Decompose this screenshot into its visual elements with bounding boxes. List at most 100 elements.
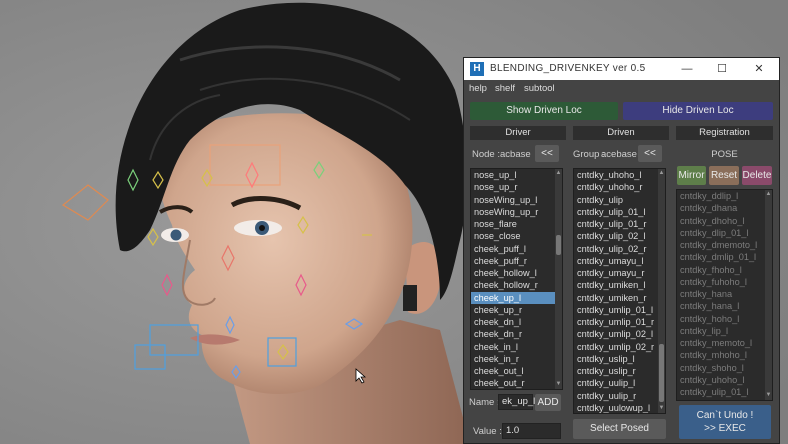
driven-list-item[interactable]: cntdky_umayu_l xyxy=(574,255,665,267)
blending-drivenkey-window: H BLENDING_DRIVENKEY ver 0.5 — ☐ ✕ help … xyxy=(463,57,780,444)
driven-list-item[interactable]: cntdky_umiken_l xyxy=(574,279,665,291)
registration-list-item[interactable]: cntdky_hoho_l xyxy=(677,313,772,325)
menu-shelf[interactable]: shelf xyxy=(495,83,515,94)
registration-list-item[interactable]: cntdky_dhoho_l xyxy=(677,215,772,227)
driven-list-item[interactable]: cntdky_uhoho_r xyxy=(574,181,665,193)
registration-list-item[interactable]: cntdky_ulip_01_l xyxy=(677,386,772,398)
exec-button[interactable]: Can`t Undo ! >> EXEC xyxy=(679,405,771,439)
driver-list[interactable]: nose_up_l nose_up_r noseWing_up_l noseWing_… xyxy=(470,168,563,390)
driven-list-item[interactable]: cntdky_umlip_02_r xyxy=(574,341,665,353)
driven-list-item[interactable]: cntdky_umlip_01_r xyxy=(574,316,665,328)
driver-list-item[interactable]: cheek_hollow_l xyxy=(471,267,562,279)
driven-list-item[interactable]: cntdky_uulowup_l xyxy=(574,402,665,413)
driver-list-item[interactable]: nose_close xyxy=(471,230,562,242)
driver-list-item[interactable]: nose_up_l xyxy=(471,169,562,181)
registration-list-item[interactable]: cntdky_fuhoho_l xyxy=(677,276,772,288)
driven-list-item[interactable]: cntdky_umlip_02_l xyxy=(574,328,665,340)
exec-label: >> EXEC xyxy=(704,423,746,434)
driven-list-item[interactable]: cntdky_umiken_r xyxy=(574,292,665,304)
driver-list-item[interactable]: cheek_in_r xyxy=(471,353,562,365)
scroll-up-icon[interactable]: ▲ xyxy=(765,191,772,198)
registration-list-item[interactable]: cntdky_fhoho_l xyxy=(677,264,772,276)
driver-scrollbar[interactable]: ▲ ▼ xyxy=(555,169,562,389)
driven-list[interactable]: cntdky_uhoho_l cntdky_uhoho_r cntdky_ulip c… xyxy=(573,168,666,414)
driver-list-item[interactable]: cheek_up_r xyxy=(471,304,562,316)
registration-list-item[interactable]: cntdky_dmemoto_l xyxy=(677,239,772,251)
driver-list-item[interactable]: cheek_dn_l xyxy=(471,316,562,328)
driven-scroll-thumb[interactable] xyxy=(659,344,664,402)
driver-list-item[interactable]: cheek_out_r xyxy=(471,377,562,389)
select-posed-button[interactable]: Select Posed xyxy=(573,419,666,439)
driver-load-button[interactable]: << xyxy=(535,145,559,162)
driver-list-item[interactable]: cheek_in_l xyxy=(471,341,562,353)
group-label: Group : xyxy=(573,149,605,160)
registration-list-item[interactable]: cntdky_shoho_l xyxy=(677,362,772,374)
registration-list-item[interactable]: cntdky_mhoho_l xyxy=(677,349,772,361)
driver-list-item[interactable]: noseWing_up_r xyxy=(471,206,562,218)
registration-list-item[interactable]: cntdky_hana_l xyxy=(677,300,772,312)
scroll-down-icon[interactable]: ▼ xyxy=(765,392,772,399)
driver-list-item[interactable]: nose_up_r xyxy=(471,181,562,193)
driven-list-item[interactable]: cntdky_umayu_r xyxy=(574,267,665,279)
driven-load-button[interactable]: << xyxy=(638,145,662,162)
scroll-up-icon[interactable]: ▲ xyxy=(658,170,665,177)
registration-list[interactable]: cntdky_ddlip_l cntdky_dhana cntdky_dhoho_l… xyxy=(676,189,773,401)
driven-list-item[interactable]: cntdky_uslip_r xyxy=(574,365,665,377)
add-button[interactable]: ADD xyxy=(535,394,561,411)
show-driven-loc-button[interactable]: Show Driven Loc xyxy=(470,102,618,120)
driver-list-item[interactable]: cheek_puff_l xyxy=(471,243,562,255)
driven-list-item[interactable]: cntdky_uhoho_l xyxy=(574,169,665,181)
close-button[interactable]: ✕ xyxy=(751,62,767,76)
driven-list-item[interactable]: cntdky_ulip xyxy=(574,194,665,206)
driver-list-item[interactable]: cheek_puff_r xyxy=(471,255,562,267)
driver-list-item[interactable]: noseWing_up_l xyxy=(471,194,562,206)
delete-button[interactable]: Delete xyxy=(742,166,772,185)
driver-list-item[interactable]: cheek_out_l xyxy=(471,365,562,377)
registration-header: Registration xyxy=(676,126,773,140)
driven-header: Driven xyxy=(573,126,669,140)
registration-list-item[interactable]: cntdky_dmlip_01_l xyxy=(677,251,772,263)
registration-list-item[interactable]: cntdky_uhoho_l xyxy=(677,374,772,386)
app-logo-icon: H xyxy=(470,62,484,76)
driven-list-item[interactable]: cntdky_ulip_02_l xyxy=(574,230,665,242)
name-input[interactable]: ek_up_l xyxy=(498,394,535,410)
name-label: Name : xyxy=(469,397,500,408)
title-bar[interactable]: H BLENDING_DRIVENKEY ver 0.5 — ☐ ✕ xyxy=(464,58,779,80)
driver-list-item[interactable]: cheek_hollow_r xyxy=(471,279,562,291)
registration-scrollbar[interactable]: ▲ ▼ xyxy=(765,190,772,400)
scroll-up-icon[interactable]: ▲ xyxy=(555,170,562,177)
driven-list-item[interactable]: cntdky_umlip_01_l xyxy=(574,304,665,316)
registration-list-item[interactable]: cntdky_dhana xyxy=(677,202,772,214)
menu-bar: help shelf subtool xyxy=(464,81,779,97)
driver-list-item[interactable]: cheek_dn_r xyxy=(471,328,562,340)
driven-list-item[interactable]: cntdky_uulip_l xyxy=(574,377,665,389)
driven-list-item[interactable]: cntdky_ulip_02_r xyxy=(574,243,665,255)
driver-list-item[interactable]: cheek_up_l xyxy=(471,291,562,304)
maximize-button[interactable]: ☐ xyxy=(714,62,730,76)
scroll-down-icon[interactable]: ▼ xyxy=(555,381,562,388)
driven-list-item[interactable]: cntdky_ulip_01_r xyxy=(574,218,665,230)
registration-list-item[interactable]: cntdky_memoto_l xyxy=(677,337,772,349)
registration-list-item[interactable]: cntdky_lip_l xyxy=(677,325,772,337)
menu-subtool[interactable]: subtool xyxy=(524,83,555,94)
driven-scrollbar[interactable]: ▲ ▼ xyxy=(658,169,665,413)
driver-scroll-thumb[interactable] xyxy=(556,235,561,255)
group-value: acebase xyxy=(601,149,637,160)
driven-list-item[interactable]: cntdky_ulip_01_l xyxy=(574,206,665,218)
driver-list-item[interactable]: nose_flare xyxy=(471,218,562,230)
mirror-button[interactable]: Mirror xyxy=(677,166,706,185)
menu-help[interactable]: help xyxy=(469,83,487,94)
window-title: BLENDING_DRIVENKEY ver 0.5 xyxy=(490,63,646,74)
minimize-button[interactable]: — xyxy=(679,62,695,76)
value-input[interactable]: 1.0 xyxy=(502,423,561,439)
pose-label: POSE xyxy=(711,149,738,160)
driven-list-item[interactable]: cntdky_uslip_l xyxy=(574,353,665,365)
hide-driven-loc-button[interactable]: Hide Driven Loc xyxy=(623,102,773,120)
registration-list-item[interactable]: cntdky_hana xyxy=(677,288,772,300)
value-label: Value : xyxy=(473,426,502,437)
registration-list-item[interactable]: cntdky_ddlip_l xyxy=(677,190,772,202)
reset-button[interactable]: Reset xyxy=(709,166,739,185)
driven-list-item[interactable]: cntdky_uulip_r xyxy=(574,390,665,402)
scroll-down-icon[interactable]: ▼ xyxy=(658,405,665,412)
registration-list-item[interactable]: cntdky_dlip_01_l xyxy=(677,227,772,239)
